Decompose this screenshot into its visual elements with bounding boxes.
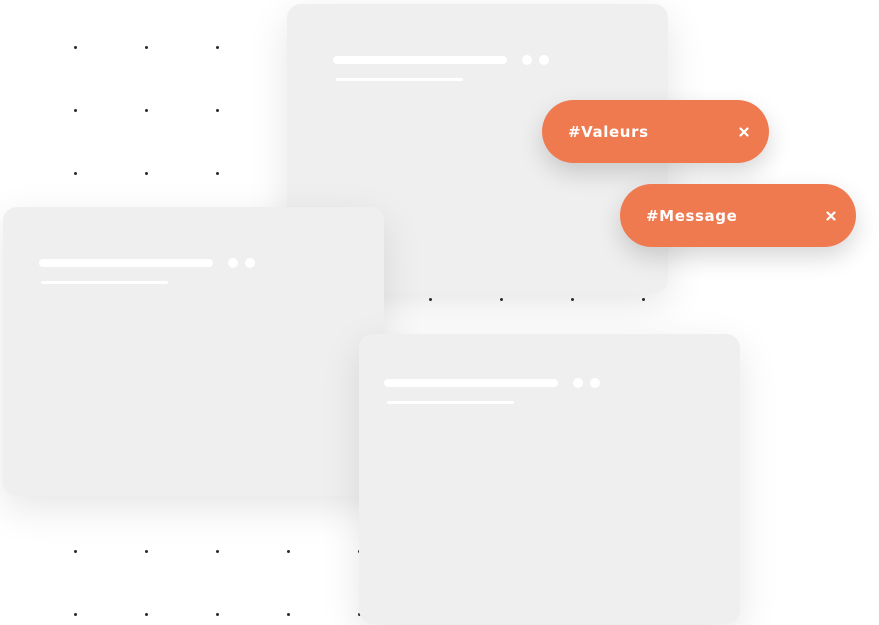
grid-dot	[571, 298, 574, 301]
card-dot	[539, 55, 549, 65]
card-title-placeholder	[39, 259, 213, 267]
tag-label: #Message	[646, 206, 738, 225]
close-icon[interactable]	[737, 125, 751, 139]
grid-dot	[145, 613, 148, 616]
card-title-placeholder	[333, 56, 507, 64]
grid-dot	[145, 172, 148, 175]
grid-dot	[216, 46, 219, 49]
card-subtitle-placeholder	[387, 401, 514, 404]
card-dot	[573, 378, 583, 388]
grid-dot	[145, 550, 148, 553]
card-title-placeholder	[384, 379, 558, 387]
grid-dot	[74, 46, 77, 49]
grid-dot	[145, 109, 148, 112]
grid-dot	[287, 613, 290, 616]
grid-dot	[74, 613, 77, 616]
grid-dot	[145, 46, 148, 49]
tag-chip-message[interactable]: #Message	[620, 184, 856, 247]
grid-dot	[642, 298, 645, 301]
card-subtitle-placeholder	[41, 281, 168, 284]
grid-dot	[429, 298, 432, 301]
grid-dot	[74, 109, 77, 112]
card-subtitle-placeholder	[336, 78, 463, 81]
placeholder-card-left	[3, 207, 384, 496]
grid-dot	[216, 613, 219, 616]
tag-label: #Valeurs	[568, 122, 649, 141]
placeholder-card-bottom	[359, 334, 740, 624]
card-dot	[590, 378, 600, 388]
grid-dot	[216, 109, 219, 112]
grid-dot	[500, 298, 503, 301]
tag-chip-valeurs[interactable]: #Valeurs	[542, 100, 769, 163]
illustration-canvas: #Valeurs #Message	[0, 0, 879, 625]
card-dot	[228, 258, 238, 268]
grid-dot	[74, 550, 77, 553]
card-dot	[245, 258, 255, 268]
card-dot	[522, 55, 532, 65]
grid-dot	[74, 172, 77, 175]
grid-dot	[216, 172, 219, 175]
close-icon[interactable]	[824, 209, 838, 223]
grid-dot	[287, 550, 290, 553]
grid-dot	[216, 550, 219, 553]
